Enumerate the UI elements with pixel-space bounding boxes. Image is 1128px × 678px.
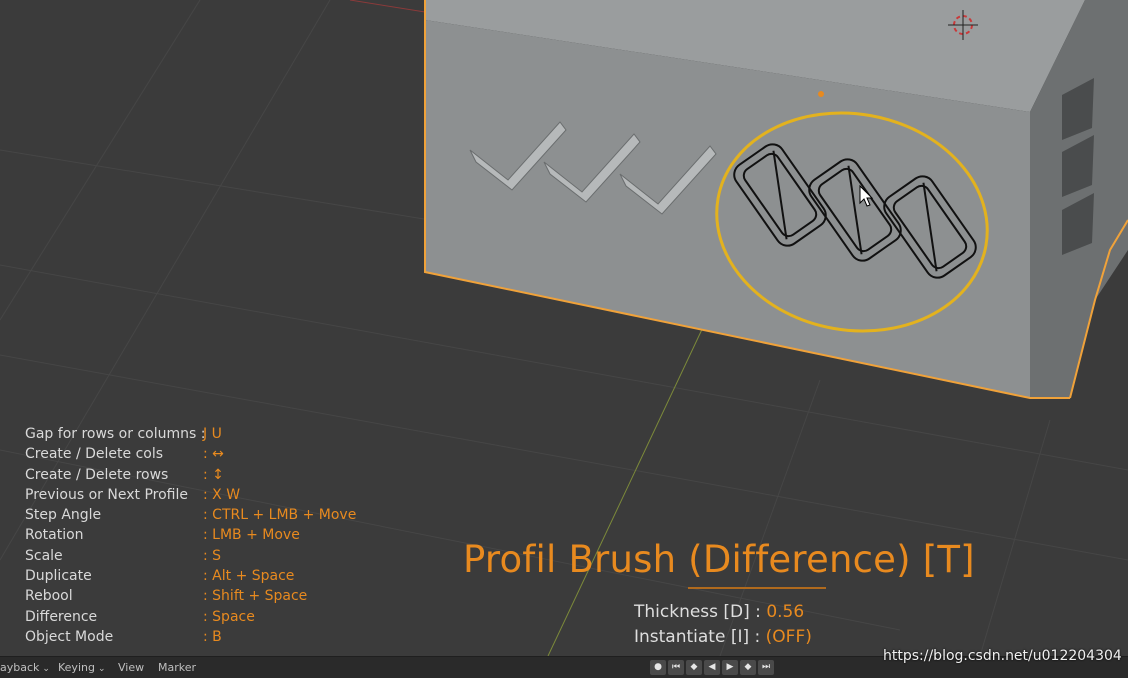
shortcut-key: : ↕	[203, 466, 224, 483]
shortcut-row: Gap for rows or columns :J U	[25, 424, 356, 444]
play-icon[interactable]: ▶	[722, 660, 738, 675]
shortcut-key: : Space	[203, 608, 255, 625]
shortcut-row: Object Mode : B	[25, 627, 356, 647]
brush-properties: Thickness [D] : 0.56 Instantiate [I] : (…	[634, 600, 812, 650]
shortcut-label: Rebool	[25, 588, 73, 605]
shortcut-key: : S	[203, 547, 222, 564]
object-origin-dot	[818, 91, 824, 97]
shortcut-label: Duplicate	[25, 568, 92, 585]
playback-menu[interactable]: ayback ⌄	[0, 661, 50, 674]
shortcut-row: Create / Delete cols : ↔	[25, 444, 356, 464]
shortcut-row: Difference : Space	[25, 607, 356, 627]
title-underline	[688, 587, 826, 589]
box-object[interactable]	[424, 0, 1128, 399]
shortcut-label: Rotation	[25, 527, 84, 544]
keying-menu[interactable]: Keying ⌄	[58, 661, 106, 674]
jump-start-icon[interactable]: ⏮	[668, 660, 684, 675]
shortcut-key: : X W	[203, 486, 241, 503]
marker-menu[interactable]: Marker	[158, 661, 196, 674]
shortcut-label: Scale	[25, 547, 63, 564]
prev-keyframe-icon[interactable]: ◆	[686, 660, 702, 675]
thickness-row: Thickness [D] : 0.56	[634, 600, 812, 625]
view-menu[interactable]: View	[118, 661, 144, 674]
shortcut-row: Rotation : LMB + Move	[25, 525, 356, 545]
shortcut-key: : B	[203, 628, 222, 645]
instantiate-label: Instantiate [I] :	[634, 627, 761, 647]
shortcut-key: : LMB + Move	[203, 527, 300, 544]
shortcut-row: Step Angle : CTRL + LMB + Move	[25, 505, 356, 525]
shortcut-key: : Shift + Space	[203, 588, 308, 605]
watermark: https://blog.csdn.net/u012204304	[883, 648, 1122, 664]
shortcut-label: Difference	[25, 608, 98, 625]
thickness-label: Thickness [D] :	[634, 602, 761, 622]
shortcut-key: : CTRL + LMB + Move	[203, 507, 357, 524]
shortcut-key: : Alt + Space	[203, 568, 295, 585]
shortcut-row: Scale : S	[25, 546, 356, 566]
instantiate-row: Instantiate [I] : (OFF)	[634, 625, 812, 650]
shortcut-row: Rebool : Shift + Space	[25, 586, 356, 606]
brush-title: Profil Brush (Difference) [T]	[463, 538, 975, 581]
playback-controls: ● ⏮ ◆ ◀ ▶ ◆ ⏭	[650, 660, 774, 675]
x-axis-line	[349, 0, 426, 13]
next-keyframe-icon[interactable]: ◆	[740, 660, 756, 675]
jump-end-icon[interactable]: ⏭	[758, 660, 774, 675]
shortcut-row: Create / Delete rows : ↕	[25, 465, 356, 485]
chevron-down-icon: ⌄	[42, 664, 50, 674]
shortcut-label: Create / Delete rows	[25, 466, 169, 483]
shortcut-label: Create / Delete cols	[25, 446, 164, 463]
shortcut-label: Step Angle	[25, 507, 102, 524]
instantiate-value: (OFF)	[765, 627, 812, 647]
shortcut-list: Gap for rows or columns :J U Create / Del…	[25, 424, 356, 647]
shortcut-label: Previous or Next Profile	[25, 486, 188, 503]
shortcut-key: J U	[203, 426, 222, 442]
shortcut-row: Previous or Next Profile : X W	[25, 485, 356, 505]
shortcut-label: Object Mode	[25, 628, 114, 645]
chevron-down-icon: ⌄	[97, 664, 106, 674]
play-reverse-icon[interactable]: ◀	[704, 660, 720, 675]
record-icon[interactable]: ●	[650, 660, 666, 675]
shortcut-label: Gap for rows or columns :	[25, 426, 206, 442]
shortcut-key: : ↔	[203, 446, 224, 463]
thickness-value: 0.56	[766, 602, 805, 622]
shortcut-row: Duplicate : Alt + Space	[25, 566, 356, 586]
